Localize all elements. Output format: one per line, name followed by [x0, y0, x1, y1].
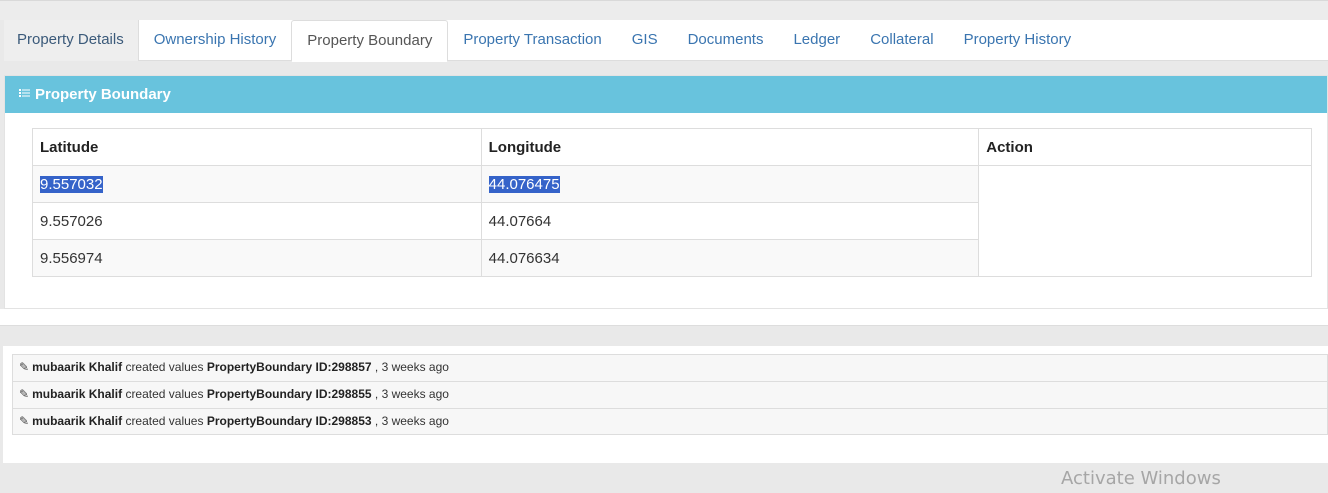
- longitude-header: Longitude: [480, 128, 980, 166]
- log-item: ✎ mubaarik Khalif created values Property…: [12, 408, 1328, 435]
- edit-icon: ✎: [19, 360, 30, 374]
- panel-title: Property Boundary: [35, 86, 171, 103]
- tab-bar: Property Details Ownership History Prope…: [4, 20, 1328, 62]
- tab-property-details[interactable]: Property Details: [4, 20, 139, 61]
- tab-property-history[interactable]: Property History: [949, 20, 1087, 61]
- list-icon: [19, 76, 31, 113]
- tab-property-transaction[interactable]: Property Transaction: [448, 20, 616, 61]
- edit-icon: ✎: [19, 387, 30, 401]
- tab-ledger[interactable]: Ledger: [778, 20, 855, 61]
- tab-collateral[interactable]: Collateral: [855, 20, 948, 61]
- log-item: ✎ mubaarik Khalif created values Property…: [12, 381, 1328, 408]
- latitude-header: Latitude: [32, 128, 482, 166]
- longitude-cell: 44.076475: [480, 165, 980, 203]
- latitude-cell: 9.557026: [32, 202, 482, 240]
- log-item: ✎ mubaarik Khalif created values Property…: [12, 354, 1328, 381]
- edit-icon: ✎: [19, 414, 30, 428]
- longitude-cell: 44.07664: [480, 202, 980, 240]
- tab-gis[interactable]: GIS: [617, 20, 673, 61]
- table-row: 9.557032 44.076475: [32, 165, 1312, 277]
- latitude-cell: 9.556974: [32, 239, 482, 277]
- action-header: Action: [978, 128, 1312, 166]
- activity-log: ✎ mubaarik Khalif created values Property…: [3, 346, 1328, 463]
- top-strip: [0, 0, 1328, 20]
- longitude-cell: 44.076634: [480, 239, 980, 277]
- tab-documents[interactable]: Documents: [673, 20, 779, 61]
- action-cell: [978, 165, 1312, 277]
- tab-property-boundary[interactable]: Property Boundary: [291, 20, 449, 62]
- latitude-cell: 9.557032: [32, 165, 482, 203]
- activate-windows-watermark: Activate Windows: [1061, 468, 1221, 489]
- panel-header: Property Boundary: [5, 76, 1327, 113]
- property-boundary-panel: Property Boundary Latitude Longitude Act…: [4, 75, 1328, 309]
- boundary-table: Latitude Longitude Action 9.557032 44.07…: [32, 128, 1312, 277]
- tab-ownership-history[interactable]: Ownership History: [139, 20, 292, 61]
- table-header-row: Latitude Longitude Action: [32, 128, 1312, 166]
- panel-footer: [0, 309, 1328, 326]
